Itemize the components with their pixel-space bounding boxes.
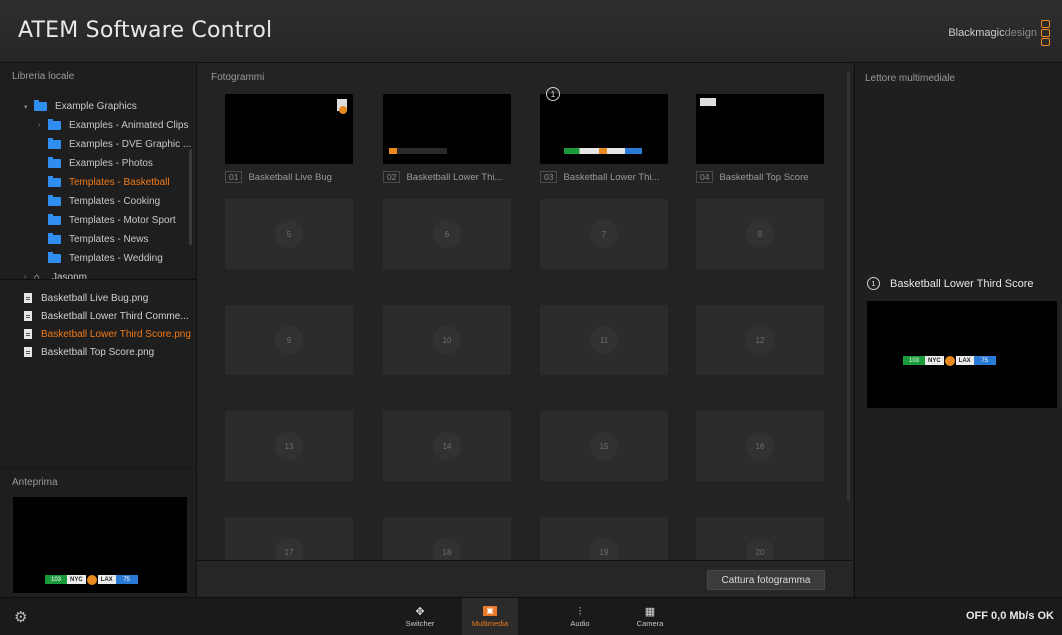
frame-slot-11[interactable]: 11 [540, 305, 668, 375]
stream-status: OFF 0,0 Mb/s OK [965, 610, 1054, 622]
tree-scrollbar[interactable] [189, 149, 192, 245]
folder-icon [48, 214, 61, 225]
folder-icon [48, 195, 61, 206]
frame-slot-14[interactable]: 14 [383, 411, 511, 481]
frame-slot-2[interactable] [383, 94, 511, 164]
player-marker-badge: 1 [546, 87, 560, 101]
file-item-selected[interactable]: Basketball Lower Third Score.png [0, 325, 196, 343]
frame-slot-1[interactable] [225, 94, 353, 164]
brand-mark-icon [1041, 20, 1050, 46]
folder-icon [34, 100, 47, 111]
collapse-icon[interactable]: ▾ [24, 103, 34, 111]
player-title: 1 Basketball Lower Third Score [867, 277, 1033, 290]
preview-label: Anteprima [12, 477, 58, 488]
tree-item-cooking[interactable]: Templates - Cooking [0, 192, 196, 211]
tree-item-photos[interactable]: Examples - Photos [0, 154, 196, 173]
tree-item-dve-graphic[interactable]: Examples - DVE Graphic ... [0, 135, 196, 154]
top-score-thumbnail [700, 98, 716, 106]
home-icon: ⌂ [34, 272, 41, 283]
folder-icon [48, 233, 61, 244]
frame-slot-3[interactable] [540, 94, 668, 164]
expand-icon[interactable]: › [38, 122, 48, 129]
frame-label-2: 02 Basketball Lower Thi... [383, 171, 513, 183]
frame-label-1: 01 Basketball Live Bug [225, 171, 355, 183]
frame-slot-17[interactable]: 17 [225, 517, 353, 560]
brand-logo: Blackmagicdesign [948, 20, 1050, 46]
library-label: Libreria locale [12, 71, 75, 82]
frame-slot-19[interactable]: 19 [540, 517, 668, 560]
title-bar: ATEM Software Control Blackmagicdesign [0, 0, 1062, 63]
camera-icon: ▦ [644, 606, 656, 618]
media-player-panel: Lettore multimediale 1 Basketball Lower … [854, 63, 1062, 597]
media-player-label: Lettore multimediale [865, 73, 956, 84]
frame-slot-12[interactable]: 12 [696, 305, 824, 375]
tree-item-example-graphics[interactable]: ▾ Example Graphics [0, 97, 196, 116]
nav-switcher[interactable]: ✥ Switcher [392, 598, 448, 635]
tree-item-wedding[interactable]: Templates - Wedding [0, 249, 196, 268]
frame-slot-8[interactable]: 8 [696, 199, 824, 269]
folder-icon [48, 119, 61, 130]
frames-scrollbar[interactable] [847, 71, 850, 501]
frame-slot-13[interactable]: 13 [225, 411, 353, 481]
frame-label-3: 03 Basketball Lower Thi... [540, 171, 670, 183]
frame-slot-10[interactable]: 10 [383, 305, 511, 375]
frame-label-4: 04 Basketball Top Score [696, 171, 826, 183]
score-thumbnail [564, 148, 642, 154]
frames-label: Fotogrammi [211, 72, 265, 83]
media-icon: ▣ [483, 605, 497, 616]
frame-slot-18[interactable]: 18 [383, 517, 511, 560]
frame-slot-15[interactable]: 15 [540, 411, 668, 481]
tree-item-motor-sport[interactable]: Templates - Motor Sport [0, 211, 196, 230]
divider [0, 279, 196, 280]
folder-icon [48, 138, 61, 149]
frame-slot-4[interactable] [696, 94, 824, 164]
player-preview: 103 NYC LAX 75 [867, 301, 1057, 408]
preview-image: 103 NYC LAX 75 [13, 497, 187, 593]
tree-item-basketball[interactable]: Templates - Basketball [0, 173, 196, 192]
brand-wordmark: Blackmagicdesign [948, 27, 1037, 39]
scoreboard-graphic: 103 NYC LAX 75 [903, 355, 996, 366]
player-marker-badge: 1 [867, 277, 880, 290]
file-item[interactable]: Basketball Top Score.png [0, 343, 196, 361]
app-window: ATEM Software Control Blackmagicdesign L… [0, 0, 1062, 635]
scoreboard-graphic: 103 NYC LAX 75 [45, 574, 138, 585]
file-list: Basketball Live Bug.png Basketball Lower… [0, 289, 196, 361]
switcher-icon: ✥ [415, 606, 425, 618]
frames-toolbar: Cattura fotogramma [197, 560, 853, 598]
tree-item-animated-clips[interactable]: › Examples - Animated Clips [0, 116, 196, 135]
lower-third-thumbnail [389, 148, 447, 154]
file-icon [24, 347, 32, 357]
frame-slot-16[interactable]: 16 [696, 411, 824, 481]
folder-tree: ▾ Example Graphics › Examples - Animated… [0, 97, 196, 287]
frames-panel: Fotogrammi 01 Basketball Live Bug 02 Baske… [197, 63, 853, 598]
frame-slot-6[interactable]: 6 [383, 199, 511, 269]
app-title: ATEM Software Control [18, 18, 273, 43]
nav-camera[interactable]: ▦ Camera [622, 598, 678, 635]
frame-slot-9[interactable]: 9 [225, 305, 353, 375]
folder-icon [48, 252, 61, 263]
tree-item-home[interactable]: › ⌂ Jasonm [0, 268, 196, 287]
frame-slot-7[interactable]: 7 [540, 199, 668, 269]
status-bar: ⚙ ✥ Switcher ▣ Multimedia ⫶ Audio ▦ Came… [0, 597, 1062, 635]
folder-icon [48, 176, 61, 187]
folder-icon [48, 157, 61, 168]
audio-icon: ⫶ [578, 606, 582, 618]
file-icon [24, 329, 32, 339]
frame-slot-5[interactable]: 5 [225, 199, 353, 269]
divider [0, 467, 196, 468]
file-item[interactable]: Basketball Live Bug.png [0, 289, 196, 307]
gear-icon[interactable]: ⚙ [14, 608, 27, 626]
file-icon [24, 311, 32, 321]
capture-frame-button[interactable]: Cattura fotogramma [707, 570, 825, 590]
file-item[interactable]: Basketball Lower Third Comme... [0, 307, 196, 325]
frame-slot-20[interactable]: 20 [696, 517, 824, 560]
file-icon [24, 293, 32, 303]
local-library-panel: Libreria locale ▾ Example Graphics › Exa… [0, 63, 197, 597]
tree-item-news[interactable]: Templates - News [0, 230, 196, 249]
nav-audio[interactable]: ⫶ Audio [552, 598, 608, 635]
frames-grid: Fotogrammi 01 Basketball Live Bug 02 Baske… [197, 63, 847, 560]
nav-multimedia[interactable]: ▣ Multimedia [462, 598, 518, 635]
